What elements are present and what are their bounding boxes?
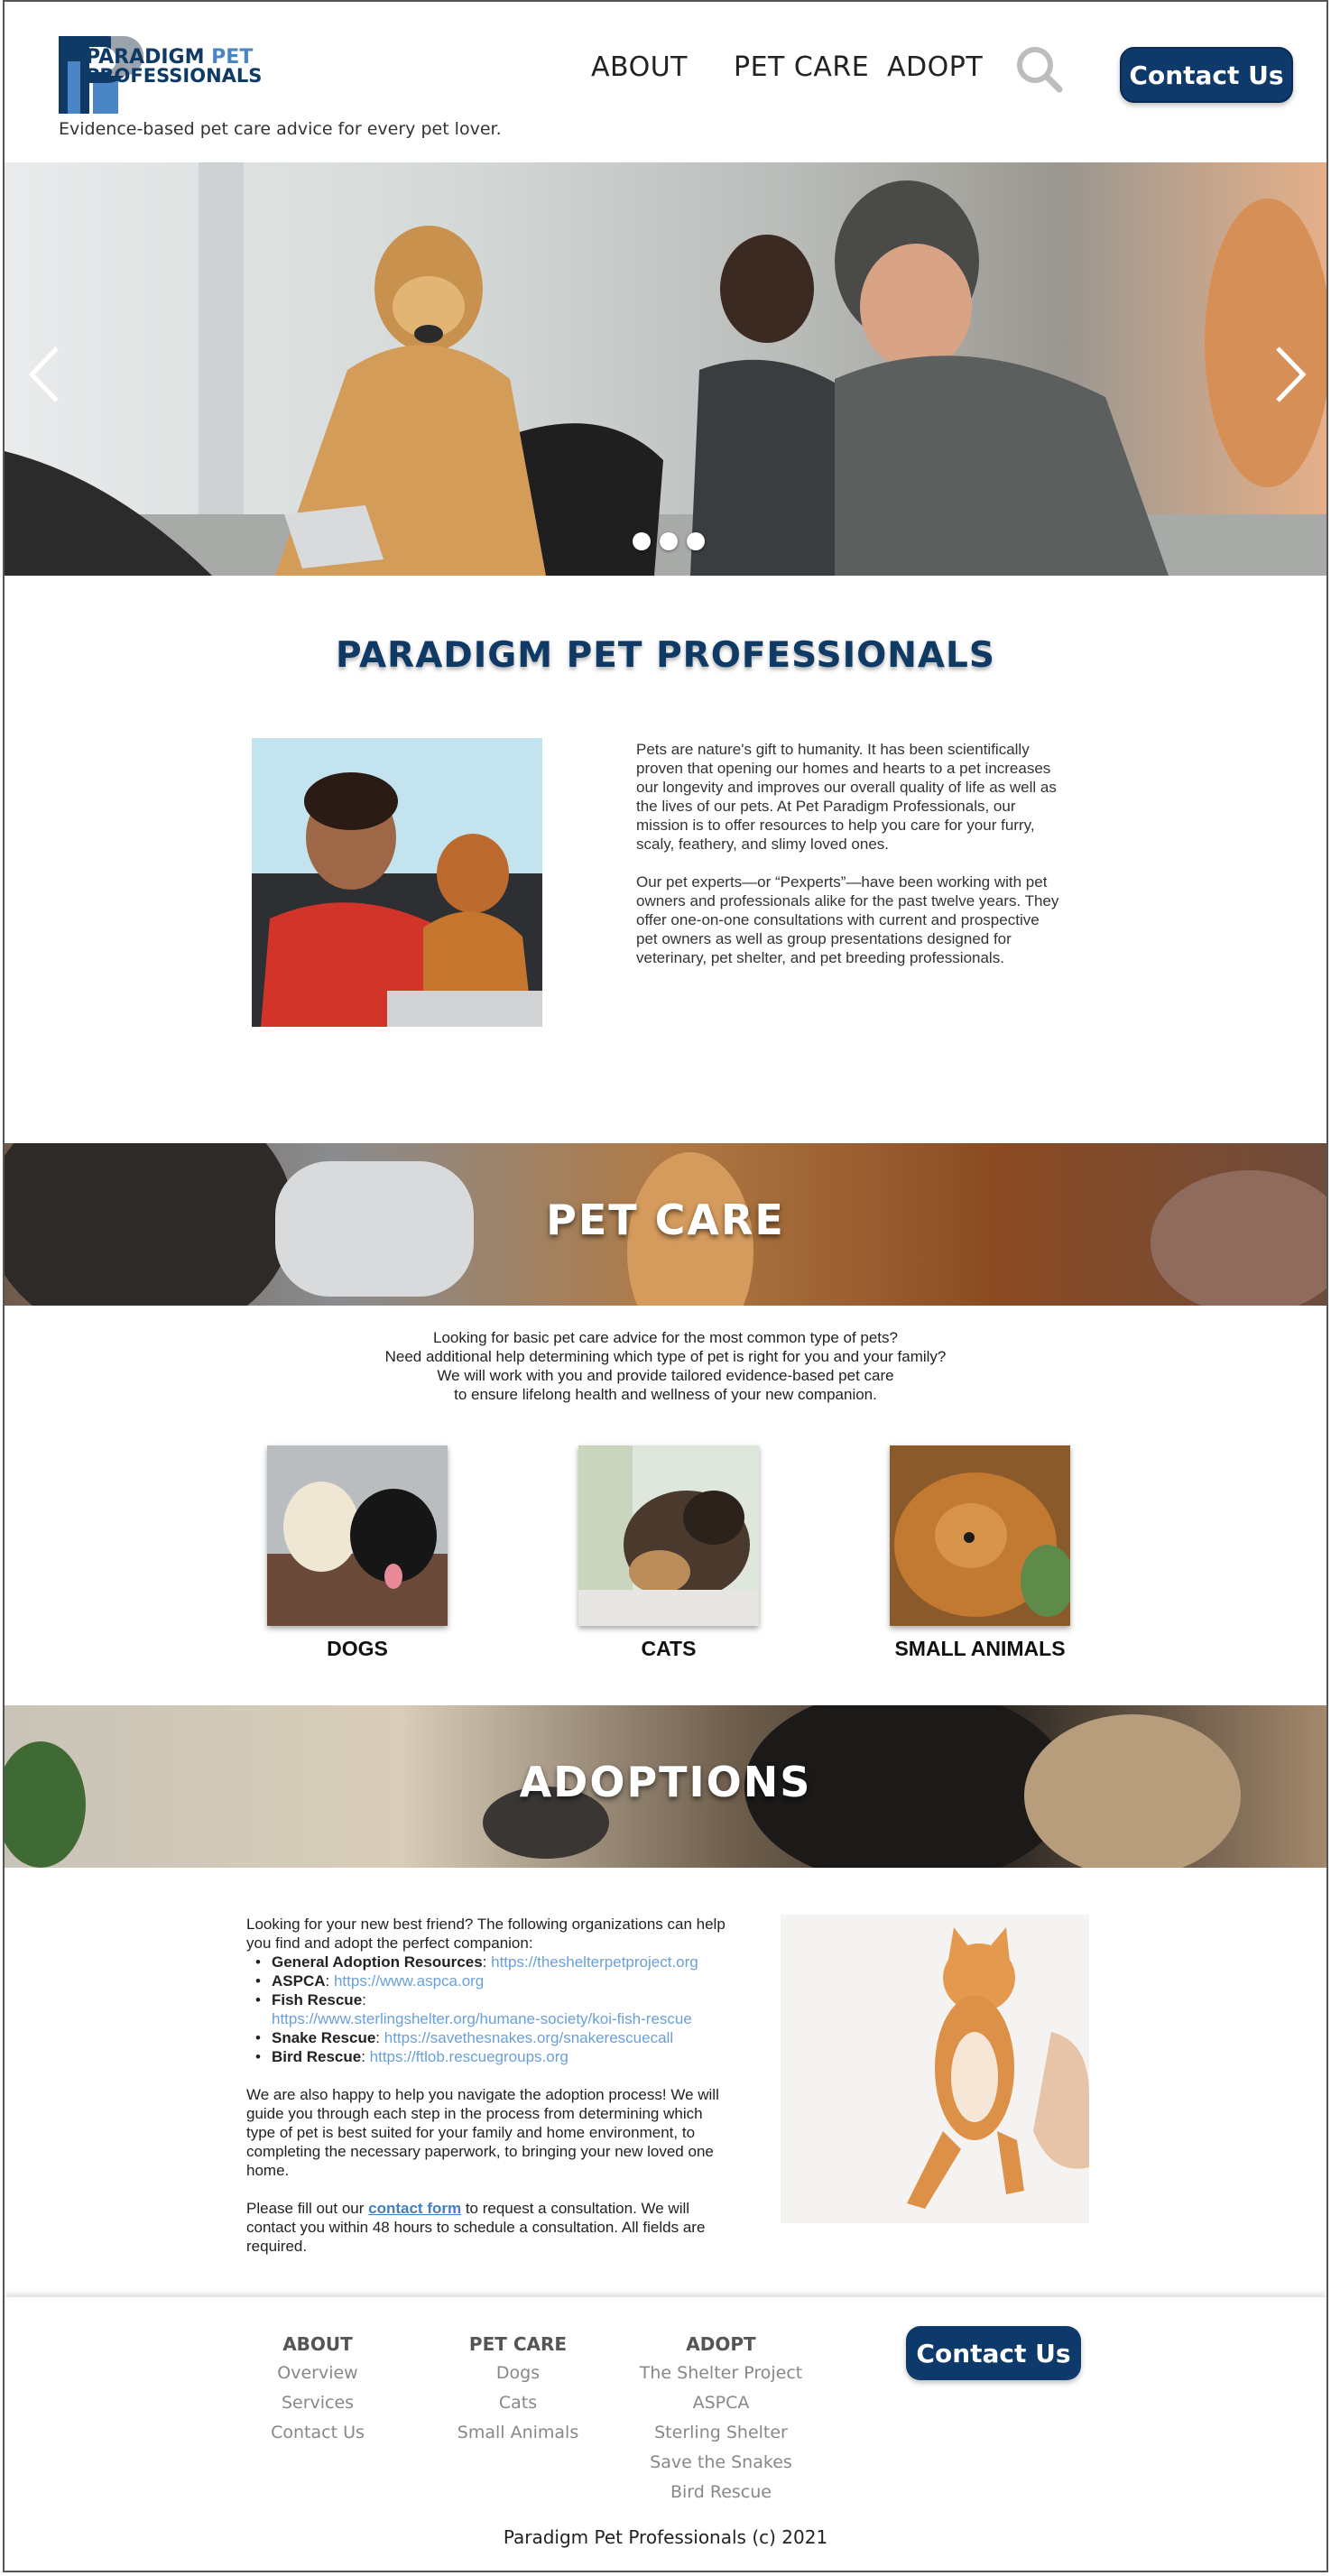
adoptions-title: ADOPTIONS [519, 1758, 812, 1806]
pet-care-intro-line-1: Looking for basic pet care advice for th… [433, 1329, 898, 1346]
carousel-prev-icon[interactable] [24, 343, 64, 406]
carousel-next-icon[interactable] [1271, 343, 1310, 406]
hero-carousel [5, 162, 1326, 576]
org-link[interactable]: https://theshelterpetproject.org [491, 1953, 698, 1971]
page-frame: PARADIGM PET PROFESSIONALS Evidence-base… [3, 0, 1328, 2572]
footer-link-services[interactable]: Services [218, 2393, 417, 2423]
nav-about[interactable]: ABOUT [591, 51, 688, 83]
footer-col-about: ABOUT Overview Services Contact Us [218, 2333, 417, 2452]
kitten-image [781, 1915, 1089, 2223]
copyright: Paradigm Pet Professionals (c) 2021 [503, 2526, 828, 2548]
pet-care-intro-line-3: We will work with you and provide tailor… [437, 1367, 894, 1384]
header-contact-button[interactable]: Contact Us [1120, 47, 1293, 103]
site-footer: ABOUT Overview Services Contact Us PET C… [5, 2297, 1326, 2571]
site-header: PARADIGM PET PROFESSIONALS Evidence-base… [5, 2, 1326, 162]
pet-care-banner: PET CARE [5, 1143, 1326, 1306]
small-animals-label[interactable]: SMALL ANIMALS [863, 1637, 1097, 1661]
search-icon[interactable] [1015, 45, 1064, 94]
logo-wordmark-line2: PROFESSIONALS [86, 65, 263, 87]
about-text: Pets are nature's gift to humanity. It h… [636, 740, 1060, 967]
list-item: Snake Rescue: https://savethesnakes.org/… [246, 2028, 734, 2047]
footer-contact-button[interactable]: Contact Us [906, 2326, 1081, 2380]
small-animals-card[interactable] [890, 1445, 1070, 1626]
footer-link-small-animals[interactable]: Small Animals [419, 2423, 617, 2452]
kitten-photo [781, 1915, 1089, 2223]
footer-link-aspca[interactable]: ASPCA [622, 2393, 820, 2423]
hero-photo [5, 162, 1326, 576]
footer-col-pet-care: PET CARE Dogs Cats Small Animals [419, 2333, 617, 2452]
org-name: Bird Rescue [272, 2048, 362, 2065]
footer-link-bird-rescue[interactable]: Bird Rescue [622, 2482, 820, 2512]
adoptions-intro: Looking for your new best friend? The fo… [246, 1916, 726, 1952]
pet-care-title: PET CARE [546, 1196, 785, 1244]
nav-adopt[interactable]: ADOPT [887, 51, 983, 83]
org-link[interactable]: https://ftlob.rescuegroups.org [370, 2048, 568, 2065]
contact-form-link[interactable]: contact form [368, 2200, 461, 2217]
small-animals-image [890, 1445, 1070, 1626]
org-link[interactable]: https://www.aspca.org [334, 1972, 484, 1990]
org-name: Snake Rescue [272, 2029, 376, 2046]
footer-link-contact-us[interactable]: Contact Us [218, 2423, 417, 2452]
list-item: ASPCA: https://www.aspca.org [246, 1971, 734, 1990]
list-item: General Adoption Resources: https://thes… [246, 1953, 734, 1971]
footer-link-sterling-shelter[interactable]: Sterling Shelter [622, 2423, 820, 2452]
footer-heading-about[interactable]: ABOUT [218, 2333, 417, 2363]
footer-link-cats[interactable]: Cats [419, 2393, 617, 2423]
carousel-dot-2[interactable] [660, 532, 678, 550]
carousel-dot-1[interactable] [633, 532, 651, 550]
carousel-dot-3[interactable] [687, 532, 705, 550]
pet-care-intro-line-4: to ensure lifelong health and wellness o… [454, 1386, 877, 1403]
org-name: Fish Rescue [272, 1991, 363, 2008]
footer-link-overview[interactable]: Overview [218, 2363, 417, 2393]
about-photo [252, 738, 542, 1027]
org-name: ASPCA [272, 1972, 326, 1990]
logo-wordmark-line1: PARADIGM PET [86, 48, 253, 68]
contact-form-prefix: Please fill out our [246, 2200, 369, 2217]
footer-heading-pet-care[interactable]: PET CARE [419, 2333, 617, 2363]
list-item: Bird Rescue: https://ftlob.rescuegroups.… [246, 2047, 734, 2066]
about-title: PARADIGM PET PROFESSIONALS [336, 635, 995, 676]
pet-care-intro-line-2: Need additional help determining which t… [384, 1348, 947, 1365]
footer-col-adopt: ADOPT The Shelter Project ASPCA Sterling… [622, 2333, 820, 2512]
adoption-org-list: General Adoption Resources: https://thes… [246, 1953, 734, 2066]
dogs-card[interactable] [267, 1445, 448, 1626]
about-paragraph-2: Our pet experts—or “Pexperts”—have been … [636, 873, 1059, 966]
man-with-dog-image [252, 738, 542, 1027]
pet-care-intro: Looking for basic pet care advice for th… [5, 1328, 1326, 1404]
footer-link-shelter-project[interactable]: The Shelter Project [622, 2363, 820, 2393]
footer-link-dogs[interactable]: Dogs [419, 2363, 617, 2393]
nav-pet-care[interactable]: PET CARE [734, 51, 869, 83]
adoption-process-text: We are also happy to help you navigate t… [246, 2086, 719, 2179]
dogs-label[interactable]: DOGS [240, 1637, 475, 1661]
org-link[interactable]: https://www.sterlingshelter.org/humane-s… [272, 2010, 692, 2027]
cats-label[interactable]: CATS [551, 1637, 786, 1661]
adoptions-banner: ADOPTIONS [5, 1705, 1326, 1868]
footer-heading-adopt[interactable]: ADOPT [622, 2333, 820, 2363]
cats-image [578, 1445, 759, 1626]
footer-link-save-the-snakes[interactable]: Save the Snakes [622, 2452, 820, 2482]
dogs-image [267, 1445, 448, 1626]
adoptions-text: Looking for your new best friend? The fo… [246, 1915, 734, 2256]
cats-card[interactable] [578, 1445, 759, 1626]
org-name: General Adoption Resources [272, 1953, 483, 1971]
site-tagline: Evidence-based pet care advice for every… [59, 119, 502, 139]
org-link[interactable]: https://savethesnakes.org/snakerescuecal… [384, 2029, 673, 2046]
list-item: Fish Rescue:https://www.sterlingshelter.… [246, 1990, 734, 2028]
about-paragraph-1: Pets are nature's gift to humanity. It h… [636, 741, 1057, 853]
contact-form-text: Please fill out our contact form to requ… [246, 2199, 734, 2256]
